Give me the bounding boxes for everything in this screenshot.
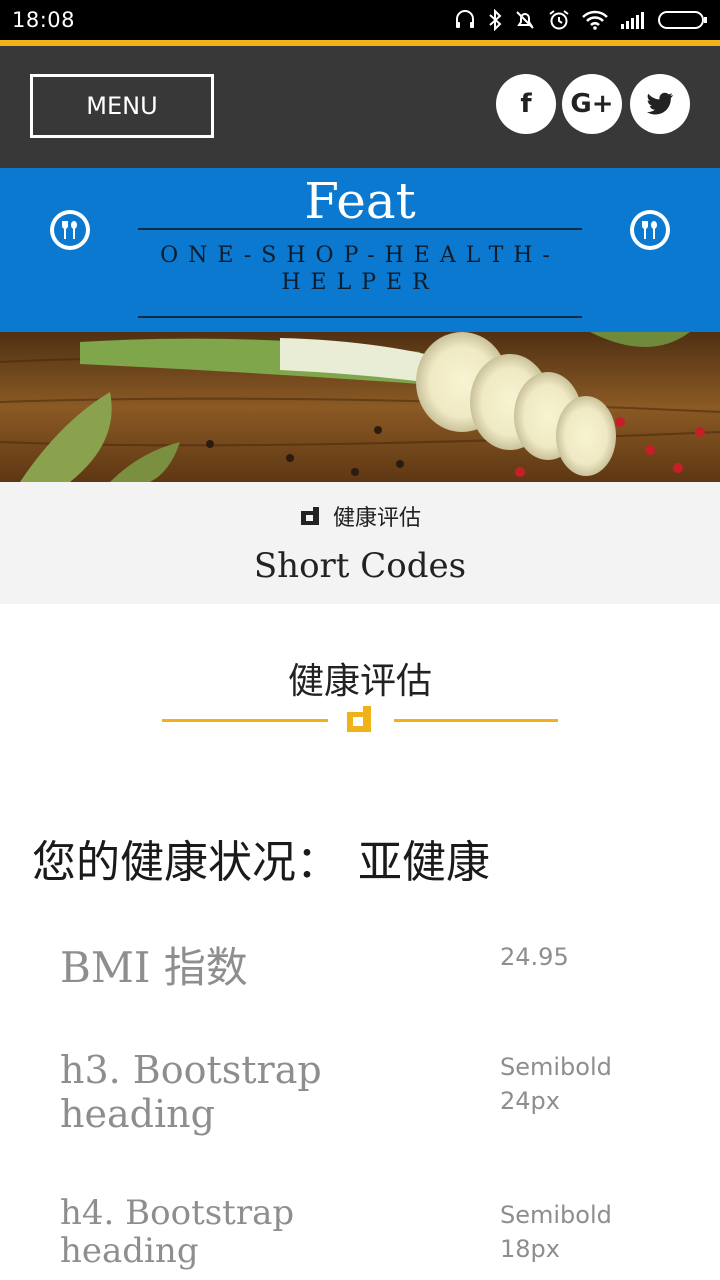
brand-logo-right — [630, 210, 670, 250]
battery-icon — [658, 11, 707, 29]
breadcrumb: 健康评估 Short Codes — [0, 482, 720, 604]
brand-rule-bottom — [138, 316, 582, 318]
health-status-value: 亚健康 — [358, 837, 490, 888]
google-plus-button[interactable]: G+ — [562, 74, 622, 134]
alarm-icon — [549, 10, 569, 30]
signal-icon — [621, 12, 644, 29]
wifi-icon — [582, 10, 608, 30]
section-divider-right — [394, 719, 558, 722]
twitter-icon — [647, 92, 673, 115]
status-bar: 18:08 — [0, 0, 720, 40]
hero-illustration — [0, 332, 720, 482]
headset-icon — [456, 10, 474, 28]
brand-rule-top — [138, 228, 582, 230]
health-status-label: 您的健康状况： — [32, 837, 340, 888]
bluetooth-icon — [489, 9, 502, 31]
corner-mark-icon — [300, 507, 319, 525]
hero-image — [0, 332, 720, 482]
facebook-button[interactable]: f — [496, 74, 556, 134]
menu-button[interactable]: MENU — [30, 74, 214, 138]
page-title: Short Codes — [253, 546, 467, 586]
brand-tagline: ONE-SHOP-HEALTH-HELPER — [160, 243, 560, 295]
google-plus-icon: G+ — [570, 89, 614, 119]
corner-mark-icon — [347, 706, 371, 732]
section-divider-left — [162, 719, 328, 722]
health-status: 您的健康状况： 亚健康 — [32, 826, 490, 890]
h4-sample-note: Semibold 18px — [500, 1201, 612, 1263]
mute-icon — [516, 11, 534, 29]
breadcrumb-text[interactable]: 健康评估 — [333, 500, 421, 532]
top-header: MENU f G+ — [0, 46, 720, 168]
bmi-label: BMI 指数 — [60, 943, 248, 992]
status-time: 18:08 — [12, 8, 76, 32]
h3-sample-note: Semibold 24px — [500, 1053, 612, 1115]
section-title: 健康评估 — [287, 661, 432, 702]
facebook-icon: f — [520, 89, 532, 119]
h4-sample-heading: h4. Bootstrap heading — [60, 1193, 295, 1271]
h3-sample-heading: h3. Bootstrap heading — [60, 1048, 322, 1136]
status-icons — [454, 9, 708, 31]
twitter-button[interactable] — [630, 74, 690, 134]
brand-banner: Feat ONE-SHOP-HEALTH-HELPER — [0, 168, 720, 332]
fork-spoon-icon — [642, 221, 657, 239]
brand-title: Feat — [304, 172, 416, 230]
bmi-value: 24.95 — [500, 943, 569, 971]
